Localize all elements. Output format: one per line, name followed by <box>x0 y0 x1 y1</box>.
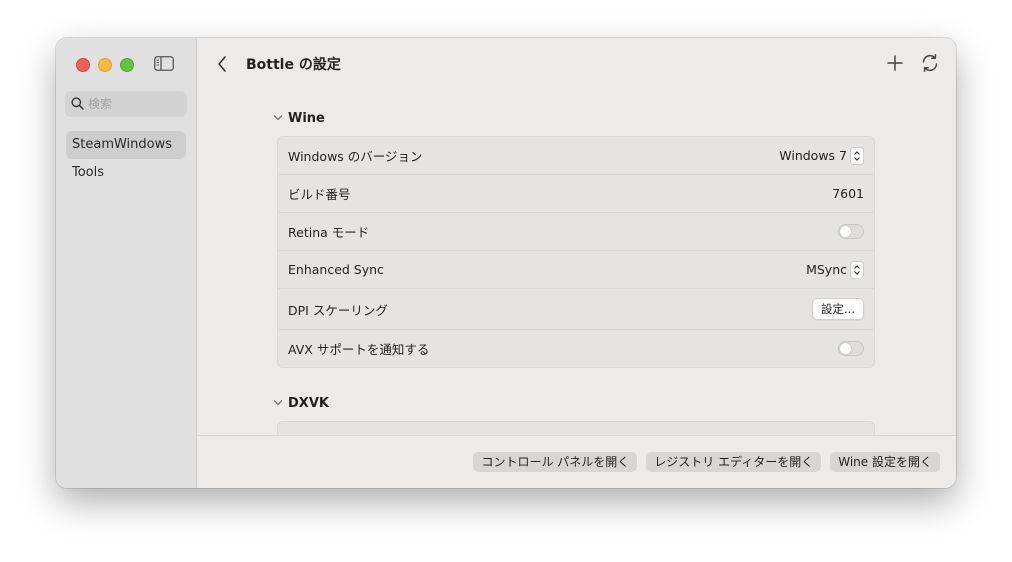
enhanced-sync-value: MSync <box>806 262 847 277</box>
row-enhanced-sync: Enhanced Sync MSync <box>278 250 874 288</box>
retina-mode-toggle[interactable] <box>838 224 864 239</box>
sidebar-item-tools[interactable]: Tools <box>66 159 186 187</box>
avx-support-label: AVX サポートを通知する <box>288 342 430 357</box>
footer-buttons: コントロール パネルを開く レジストリ エディターを開く Wine 設定を開く <box>473 452 940 472</box>
section-title-dxvk: DXVK <box>288 396 329 411</box>
main-pane: Bottle の設定 Wine Windows のバージョン Windows 7… <box>197 38 956 488</box>
sidebar-toggle-icon[interactable] <box>154 55 174 71</box>
wine-settings-group: Windows のバージョン Windows 7 ビルド番号 7601 Reti… <box>277 136 875 368</box>
plus-icon[interactable] <box>886 54 904 72</box>
search-field[interactable] <box>65 91 187 117</box>
minimize-window-button[interactable] <box>98 58 112 72</box>
enhanced-sync-popup[interactable]: MSync <box>806 260 864 279</box>
open-control-panel-button[interactable]: コントロール パネルを開く <box>473 452 638 472</box>
toolbar: Bottle の設定 <box>197 38 956 90</box>
search-input[interactable] <box>88 97 180 111</box>
close-window-button[interactable] <box>76 58 90 72</box>
app-window: SteamWindows Tools Bottle の設定 <box>56 38 956 488</box>
enhanced-sync-label: Enhanced Sync <box>288 262 384 277</box>
section-title-wine: Wine <box>288 111 325 126</box>
chevron-down-icon <box>273 111 283 126</box>
window-controls <box>76 58 134 72</box>
windows-version-value: Windows 7 <box>779 148 847 163</box>
dpi-scaling-label: DPI スケーリング <box>288 302 388 318</box>
sidebar: SteamWindows Tools <box>56 38 197 488</box>
windows-version-popup[interactable]: Windows 7 <box>779 146 864 165</box>
windows-version-label: Windows のバージョン <box>288 149 423 164</box>
sidebar-item-steamwindows[interactable]: SteamWindows <box>66 131 186 159</box>
section-header-wine[interactable]: Wine <box>273 111 325 126</box>
zoom-window-button[interactable] <box>120 58 134 72</box>
row-windows-version: Windows のバージョン Windows 7 <box>278 137 874 174</box>
back-icon[interactable] <box>215 54 231 74</box>
row-build-number: ビルド番号 7601 <box>278 174 874 212</box>
chevron-down-icon <box>273 396 283 411</box>
updown-chevron-icon <box>850 260 864 279</box>
row-retina-mode: Retina モード <box>278 212 874 250</box>
row-dpi-scaling: DPI スケーリング 設定... <box>278 288 874 329</box>
settings-content: Wine Windows のバージョン Windows 7 ビルド番号 7601 <box>197 90 956 436</box>
dxvk-settings-group <box>277 421 875 436</box>
avx-support-toggle[interactable] <box>838 341 864 356</box>
footer-bar: コントロール パネルを開く レジストリ エディターを開く Wine 設定を開く <box>197 435 956 488</box>
section-header-dxvk[interactable]: DXVK <box>273 396 329 411</box>
retina-mode-label: Retina モード <box>288 225 370 240</box>
refresh-icon[interactable] <box>920 53 940 73</box>
build-number-label: ビルド番号 <box>288 187 351 202</box>
search-icon <box>71 95 84 114</box>
dpi-settings-button[interactable]: 設定... <box>812 298 864 320</box>
page-title: Bottle の設定 <box>246 57 341 73</box>
updown-chevron-icon <box>850 146 864 165</box>
open-wine-config-button[interactable]: Wine 設定を開く <box>830 452 940 472</box>
row-avx-support: AVX サポートを通知する <box>278 329 874 367</box>
build-number-value[interactable]: 7601 <box>832 186 864 201</box>
open-registry-editor-button[interactable]: レジストリ エディターを開く <box>646 452 822 472</box>
